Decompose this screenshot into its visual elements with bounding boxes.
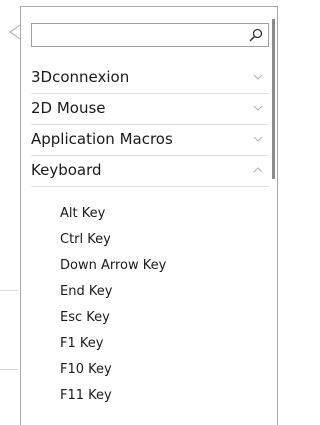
list-item-f1-key[interactable]: F1 Key [60,331,166,357]
list-item-alt-key[interactable]: Alt Key [60,201,166,227]
background-divider [0,290,18,291]
category-3dconnexion[interactable]: 3Dconnexion [31,63,269,94]
chevron-down-icon[interactable] [253,74,263,80]
screen: 3Dconnexion 2D Mouse Application Macros … [0,0,288,425]
list-item-esc-key[interactable]: Esc Key [60,305,166,331]
list-item-down-arrow-key[interactable]: Down Arrow Key [60,253,166,279]
list-item-ctrl-key[interactable]: Ctrl Key [60,227,166,253]
category-label: Keyboard [31,161,102,179]
category-application-macros[interactable]: Application Macros [31,125,269,156]
keyboard-command-list: Alt Key Ctrl Key Down Arrow Key End Key … [60,201,166,409]
list-item-f10-key[interactable]: F10 Key [60,357,166,383]
chevron-down-icon[interactable] [253,136,263,142]
background-divider [0,369,18,370]
chevron-up-icon[interactable] [253,167,263,173]
category-list: 3Dconnexion 2D Mouse Application Macros … [31,63,269,187]
list-item-end-key[interactable]: End Key [60,279,166,305]
category-label: 3Dconnexion [31,68,130,86]
list-item-f11-key[interactable]: F11 Key [60,383,166,409]
search-field[interactable] [31,23,269,47]
search-input[interactable] [35,26,244,46]
category-keyboard[interactable]: Keyboard [31,156,269,187]
category-label: Application Macros [31,130,173,148]
search-icon[interactable] [248,27,264,43]
category-2d-mouse[interactable]: 2D Mouse [31,94,269,125]
category-label: 2D Mouse [31,99,106,117]
command-flyout-panel: 3Dconnexion 2D Mouse Application Macros … [20,6,278,425]
chevron-down-icon[interactable] [253,105,263,111]
scrollbar-thumb[interactable] [272,19,275,179]
